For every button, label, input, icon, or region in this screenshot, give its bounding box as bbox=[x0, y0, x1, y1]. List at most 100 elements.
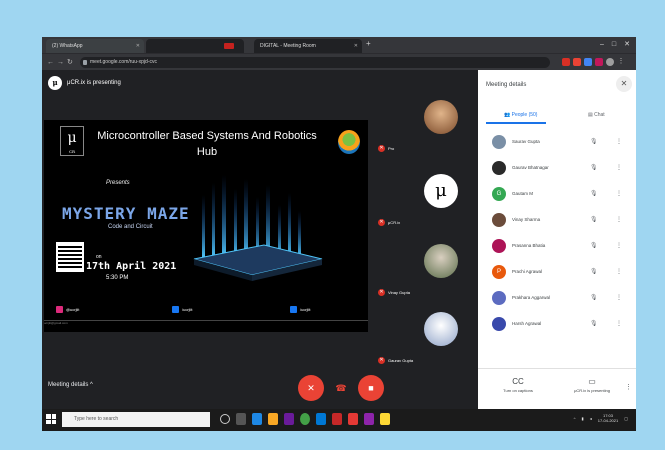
mic-off-icon[interactable]: 🎙 bbox=[590, 294, 598, 301]
list-item[interactable]: Saurav Gupta 🎙 ⋮ bbox=[478, 130, 636, 156]
window-controls: – □ ✕ bbox=[600, 37, 636, 53]
extension-icon[interactable] bbox=[562, 58, 570, 66]
taskbar-search-input[interactable]: Type here to search bbox=[62, 412, 210, 427]
browser-tab-bar: (2) WhatsApp ✕ DIGITAL - Meeting Room ✕ … bbox=[42, 37, 636, 53]
app-icon[interactable] bbox=[332, 413, 342, 425]
close-tab-icon[interactable]: ✕ bbox=[136, 39, 140, 53]
shared-slide: μ CR Microcontroller Based Systems And R… bbox=[44, 120, 368, 332]
mic-off-icon[interactable]: 🎙 bbox=[590, 190, 598, 197]
app-icon[interactable] bbox=[348, 413, 358, 425]
back-icon[interactable]: ← bbox=[47, 54, 54, 71]
participant-name-row: ✕ μCR.ix bbox=[378, 219, 400, 226]
more-options-icon[interactable]: ⋮ bbox=[616, 268, 622, 275]
address-bar-row: ← → ↻ meet.google.com/ruu-xpjd-cvc ⋮ bbox=[42, 53, 636, 71]
meeting-details-button[interactable]: Meeting details ^ bbox=[48, 382, 93, 388]
mic-off-icon: ✕ bbox=[378, 219, 385, 226]
extension-icon[interactable] bbox=[573, 58, 581, 66]
participant-tile[interactable]: ✕ Gaurav Gupta bbox=[374, 306, 474, 366]
reload-icon[interactable]: ↻ bbox=[67, 54, 73, 71]
maximize-button[interactable]: □ bbox=[612, 37, 616, 53]
mic-off-icon: ✕ bbox=[378, 145, 385, 152]
camera-off-icon: ■ bbox=[368, 383, 374, 393]
app-icon[interactable] bbox=[284, 413, 294, 425]
more-options-icon[interactable]: ⋮ bbox=[616, 138, 622, 145]
presenting-label: μCR.ix is presenting bbox=[67, 80, 121, 86]
list-item[interactable]: Harsh Agrawal 🎙 ⋮ bbox=[478, 312, 636, 338]
more-options-icon[interactable]: ⋮ bbox=[616, 242, 622, 249]
tab-people-label: People (50) bbox=[511, 112, 538, 118]
avatar bbox=[492, 161, 506, 175]
more-options-icon[interactable]: ⋮ bbox=[616, 164, 622, 171]
volume-icon[interactable]: ◂ bbox=[590, 416, 592, 421]
edge-icon[interactable] bbox=[252, 413, 262, 425]
list-item[interactable]: Prasanna Bhatia 🎙 ⋮ bbox=[478, 234, 636, 260]
more-options-icon[interactable]: ⋮ bbox=[616, 320, 622, 327]
windows-start-icon[interactable] bbox=[46, 414, 56, 424]
url-input[interactable]: meet.google.com/ruu-xpjd-cvc bbox=[80, 57, 550, 68]
end-call-button[interactable]: ☎ bbox=[328, 375, 354, 401]
profile-icon[interactable] bbox=[606, 58, 614, 66]
captions-button[interactable]: CC Turn on captions bbox=[488, 377, 548, 393]
list-item[interactable]: Gaurav Bhatnagar 🎙 ⋮ bbox=[478, 156, 636, 182]
extension-icon[interactable] bbox=[595, 58, 603, 66]
mail-icon[interactable] bbox=[316, 413, 326, 425]
extension-icon[interactable] bbox=[584, 58, 592, 66]
mic-toggle-button[interactable]: ✕ bbox=[298, 375, 324, 401]
mic-off-icon[interactable]: 🎙 bbox=[590, 164, 598, 171]
minimize-button[interactable]: – bbox=[600, 37, 604, 53]
cortana-icon[interactable] bbox=[220, 414, 230, 424]
mic-off-icon: ✕ bbox=[307, 383, 315, 393]
forward-icon[interactable]: → bbox=[57, 54, 64, 71]
task-view-icon[interactable] bbox=[236, 413, 246, 425]
tab-meeting-indicator[interactable] bbox=[146, 39, 244, 53]
mic-off-icon[interactable]: 🎙 bbox=[590, 216, 598, 223]
club-logo-sub: CR bbox=[68, 149, 76, 154]
close-panel-icon[interactable]: ✕ bbox=[616, 76, 632, 92]
notifications-icon[interactable]: ▢ bbox=[624, 416, 628, 421]
participant-tile[interactable]: ✕ Pro bbox=[374, 94, 474, 154]
more-options-icon[interactable]: ⋮ bbox=[616, 190, 622, 197]
participant-avatar bbox=[424, 100, 458, 134]
more-options-icon[interactable]: ⋮ bbox=[616, 216, 622, 223]
chrome-icon[interactable] bbox=[300, 413, 310, 425]
app-icon[interactable] bbox=[380, 413, 390, 425]
new-tab-icon[interactable]: + bbox=[366, 39, 371, 48]
presenting-button[interactable]: ▭ μCR.ix is presenting bbox=[562, 377, 622, 393]
mic-off-icon[interactable]: 🎙 bbox=[590, 320, 598, 327]
participant-avatar bbox=[424, 312, 458, 346]
mic-off-icon[interactable]: 🎙 bbox=[590, 242, 598, 249]
file-explorer-icon[interactable] bbox=[268, 413, 278, 425]
mic-off-icon[interactable]: 🎙 bbox=[590, 138, 598, 145]
facebook-icon bbox=[290, 306, 297, 313]
network-icon[interactable]: ▮ bbox=[582, 416, 584, 421]
tab-chat[interactable]: ▤ Chat bbox=[588, 112, 605, 118]
tab-people[interactable]: 👥 People (50) bbox=[504, 112, 537, 118]
event-subtitle: Code and Circuit bbox=[108, 224, 153, 230]
list-item[interactable]: Vinay Sharma 🎙 ⋮ bbox=[478, 208, 636, 234]
list-item[interactable]: Prakhara Aggarwal 🎙 ⋮ bbox=[478, 286, 636, 312]
participant-tile[interactable]: ✕ Vinay Gupta bbox=[374, 238, 474, 298]
tab-whatsapp[interactable]: (2) WhatsApp ✕ bbox=[46, 39, 144, 53]
more-options-icon[interactable]: ⋮ bbox=[625, 383, 632, 391]
list-item[interactable]: G Gautam M 🎙 ⋮ bbox=[478, 182, 636, 208]
tab-label: (2) WhatsApp bbox=[52, 43, 83, 49]
close-window-button[interactable]: ✕ bbox=[624, 37, 630, 53]
menu-dots-icon[interactable]: ⋮ bbox=[617, 58, 625, 66]
person-name: Gautam M bbox=[512, 191, 534, 196]
avatar bbox=[492, 213, 506, 227]
instagram-icon bbox=[56, 306, 63, 313]
more-options-icon[interactable]: ⋮ bbox=[616, 294, 622, 301]
list-item[interactable]: P Prachi Agrawal 🎙 ⋮ bbox=[478, 260, 636, 286]
person-name: Vinay Sharma bbox=[512, 217, 541, 222]
chevron-up-icon[interactable]: ^ bbox=[574, 416, 576, 421]
extensions: ⋮ bbox=[562, 58, 625, 66]
participant-name: Gaurav Gupta bbox=[388, 358, 414, 363]
app-icon[interactable] bbox=[364, 413, 374, 425]
participant-tiles: ✕ Pro μ ✕ μCR.ix ✕ Vinay Gupta ✕ Gaurav … bbox=[372, 70, 478, 368]
camera-toggle-button[interactable]: ■ bbox=[358, 375, 384, 401]
participant-tile[interactable]: μ ✕ μCR.ix bbox=[374, 168, 474, 228]
close-tab-icon[interactable]: ✕ bbox=[354, 39, 358, 53]
clock[interactable]: 17:03 17-04-2021 bbox=[598, 413, 618, 423]
mic-off-icon[interactable]: 🎙 bbox=[590, 268, 598, 275]
tab-meeting-room[interactable]: DIGITAL - Meeting Room ✕ bbox=[254, 39, 362, 53]
